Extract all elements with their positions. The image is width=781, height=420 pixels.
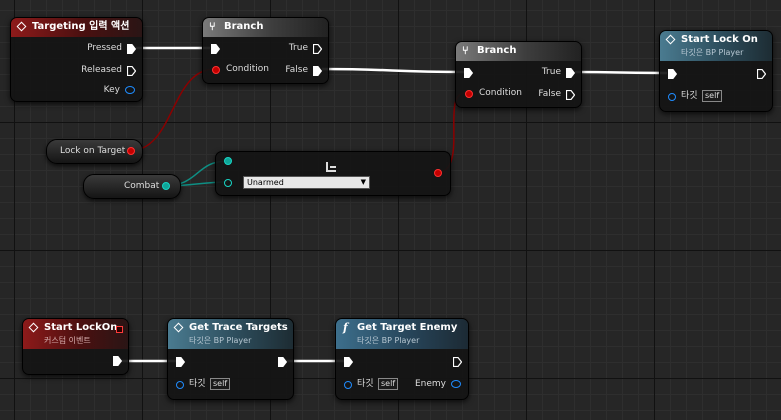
function-icon: f xyxy=(343,321,348,334)
pin-label-pressed: Pressed xyxy=(87,43,122,53)
dropdown-value: Unarmed xyxy=(247,178,284,187)
combat-variable[interactable]: Combat xyxy=(83,174,181,199)
get-trace-targets-node[interactable]: Get Trace Targets 타깃은 BP Player 타깃 self xyxy=(167,318,294,400)
delegate-pin-icon[interactable] xyxy=(116,326,123,333)
branch-icon: ⑂ xyxy=(209,20,216,33)
exec-pin-released[interactable] xyxy=(127,66,136,76)
exec-in-pin[interactable] xyxy=(668,69,677,79)
exec-pin-false[interactable] xyxy=(313,66,322,76)
variable-label: Combat xyxy=(124,181,160,191)
exec-wire-branch2-true-startlockon xyxy=(574,70,668,75)
start-lockon-custom-event-node[interactable]: Start LockOn 커스텀 이벤트 xyxy=(22,318,129,375)
enum-output-pin[interactable] xyxy=(162,182,170,190)
pin-label-condition: Condition xyxy=(226,64,269,74)
node-title: Start LockOn xyxy=(44,322,118,333)
condition-pin[interactable] xyxy=(465,90,473,98)
exec-pin-true[interactable] xyxy=(313,44,322,54)
target-pin[interactable] xyxy=(344,381,352,389)
node-title: Start Lock On xyxy=(681,34,758,45)
node-subtitle: 커스텀 이벤트 xyxy=(44,336,91,345)
exec-out-pin[interactable] xyxy=(113,356,122,366)
exec-out-pin[interactable] xyxy=(278,357,287,367)
targeting-input-action-node[interactable]: Targeting 입력 액션 Pressed Released Key xyxy=(10,17,143,102)
option-input-pin[interactable] xyxy=(224,179,232,187)
option-dropdown[interactable]: Unarmed ▼ xyxy=(243,176,370,189)
target-pin[interactable] xyxy=(176,381,184,389)
pin-label-target: 타깃 xyxy=(681,91,698,101)
self-default-value[interactable]: self xyxy=(210,378,231,390)
self-default-value[interactable]: self xyxy=(702,90,723,102)
event-diamond-icon xyxy=(28,322,39,333)
exec-in-pin[interactable] xyxy=(464,68,473,78)
exec-out-pin[interactable] xyxy=(757,69,766,79)
exec-pin-true[interactable] xyxy=(566,68,575,78)
exec-wire-branch1-false-branch2 xyxy=(321,67,466,74)
node-header[interactable]: Get Trace Targets 타깃은 BP Player xyxy=(168,319,293,349)
node-title: Get Trace Targets xyxy=(189,322,288,333)
dropdown-arrow-icon: ▼ xyxy=(360,178,366,186)
branch-icon: ⑂ xyxy=(462,44,469,57)
node-header[interactable]: Start LockOn 커스텀 이벤트 xyxy=(23,319,128,349)
start-lock-on-node[interactable]: Start Lock On 타깃은 BP Player 타깃 self xyxy=(659,30,773,112)
lock-on-target-variable[interactable]: Lock on Target xyxy=(46,139,143,164)
pin-label-target: 타깃 xyxy=(189,379,206,389)
exec-out-pin[interactable] xyxy=(453,357,462,367)
exec-in-pin[interactable] xyxy=(176,357,185,367)
pin-label-true: True xyxy=(541,67,561,77)
pin-label-false: False xyxy=(285,65,308,75)
pin-label-enemy: Enemy xyxy=(414,379,446,389)
node-title: Get Target Enemy xyxy=(357,322,458,333)
event-diamond-icon xyxy=(16,21,27,32)
select-node[interactable]: Unarmed ▼ xyxy=(215,151,451,196)
node-header[interactable]: f Get Target Enemy 타깃은 BP Player xyxy=(336,319,468,349)
key-pin[interactable] xyxy=(125,86,135,94)
exec-in-pin[interactable] xyxy=(344,357,353,367)
bool-output-pin[interactable] xyxy=(127,147,135,155)
node-title: Branch xyxy=(477,45,517,56)
select-icon xyxy=(324,162,338,174)
node-header[interactable]: Targeting 입력 액션 xyxy=(11,18,142,37)
pin-label-condition: Condition xyxy=(479,88,522,98)
self-default-value[interactable]: self xyxy=(378,378,399,390)
node-header[interactable]: Start Lock On 타깃은 BP Player xyxy=(660,31,772,61)
pin-label-target: 타깃 xyxy=(357,379,374,389)
node-subtitle: 타깃은 BP Player xyxy=(681,48,744,57)
enemy-output-pin[interactable] xyxy=(451,380,461,388)
condition-pin[interactable] xyxy=(212,66,220,74)
get-target-enemy-node[interactable]: f Get Target Enemy 타깃은 BP Player 타깃 self… xyxy=(335,318,469,400)
exec-in-pin[interactable] xyxy=(211,44,220,54)
node-subtitle: 타깃은 BP Player xyxy=(189,336,252,345)
function-call-diamond-icon xyxy=(173,322,184,333)
function-call-diamond-icon xyxy=(665,34,676,45)
node-header[interactable]: ⑂ Branch xyxy=(203,18,328,37)
branch-node-2[interactable]: ⑂ Branch True Condition False xyxy=(455,41,582,108)
node-title: Branch xyxy=(224,21,264,32)
pin-label-key: Key xyxy=(103,85,120,95)
variable-label: Lock on Target xyxy=(60,146,126,156)
exec-pin-false[interactable] xyxy=(566,90,575,100)
pin-label-true: True xyxy=(288,43,308,53)
pin-label-false: False xyxy=(538,89,561,99)
node-subtitle: 타깃은 BP Player xyxy=(357,336,420,345)
node-title: Targeting 입력 액션 xyxy=(32,21,130,32)
target-pin[interactable] xyxy=(668,93,676,101)
index-input-pin[interactable] xyxy=(224,157,232,165)
exec-pin-pressed[interactable] xyxy=(127,44,136,54)
branch-node-1[interactable]: ⑂ Branch True Condition False xyxy=(202,17,329,84)
return-value-pin[interactable] xyxy=(434,169,442,177)
node-header[interactable]: ⑂ Branch xyxy=(456,42,581,61)
pin-label-released: Released xyxy=(81,65,122,75)
